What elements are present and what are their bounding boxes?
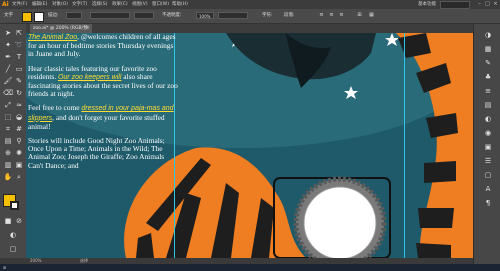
menu-file[interactable]: 文件(F) [12, 0, 27, 9]
transform-icon[interactable]: ⊞ [356, 12, 363, 19]
drawing-mode-icon[interactable]: ◐ [8, 230, 18, 240]
shape-builder-icon[interactable]: ◒ [14, 112, 24, 122]
eyedropper-tool-icon[interactable]: ⚲ [14, 136, 24, 146]
panels-dock: ◑ ▦ ✎ ♣ ≡ ▤ ◐ ◉ ▣ ☰ ▢ A ¶ [473, 24, 500, 264]
control-bar: 文字 描边: 不透明度: 100% 字符: 段落: ≡ ≡ ≡ ⊞ ▦ [0, 9, 500, 24]
paragraph-1: The Animal Zoo, @welcomes children of al… [28, 33, 178, 59]
paragraph-label[interactable]: 段落: [284, 12, 295, 20]
align-center-icon[interactable]: ≡ [328, 12, 335, 19]
menu-edit[interactable]: 编辑(E) [32, 0, 47, 9]
symbol-sprayer-icon[interactable]: ✺ [14, 148, 24, 158]
screen-mode-icon[interactable]: ▢ [8, 244, 18, 254]
align-left-icon[interactable]: ≡ [318, 12, 325, 19]
tiger-stripe [416, 243, 451, 258]
link-animal-zoo[interactable]: The Animal Zoo [28, 34, 77, 41]
mesh-tool-icon[interactable]: # [14, 124, 24, 134]
align-right-icon[interactable]: ≡ [338, 12, 345, 19]
line-tool-icon[interactable]: ╱ [3, 64, 13, 74]
warp-tool-icon[interactable]: ≈ [14, 100, 24, 110]
swatches-panel-icon[interactable]: ▦ [483, 44, 493, 54]
character-panel-icon[interactable]: A [483, 184, 493, 194]
stroke-weight-field[interactable] [66, 12, 82, 19]
opacity-label: 不透明度: [162, 13, 182, 18]
stroke-swatch[interactable] [34, 12, 44, 22]
opacity-field[interactable]: 100% [196, 12, 214, 19]
menu-type[interactable]: 文字(T) [72, 0, 87, 9]
story-text-frame[interactable]: The Animal Zoo, @welcomes children of al… [28, 33, 178, 176]
style-dropdown[interactable] [134, 12, 154, 19]
search-input[interactable] [440, 1, 470, 9]
stroke-panel-icon[interactable]: ≡ [483, 86, 493, 96]
perspective-grid-icon[interactable]: ⌗ [3, 124, 13, 134]
guide-line [404, 33, 405, 258]
transparency-panel-icon[interactable]: ◐ [483, 114, 493, 124]
eraser-tool-icon[interactable]: ⌫ [3, 88, 13, 98]
os-taskbar: ⊞ [0, 264, 500, 271]
arrange-icon[interactable]: ▦ [368, 12, 375, 19]
tab-close-icon[interactable]: × [86, 24, 90, 33]
gradient-panel-icon[interactable]: ▤ [483, 100, 493, 110]
paintbrush-tool-icon[interactable]: 🖌 [3, 76, 13, 86]
artboards-panel-icon[interactable]: ▢ [483, 170, 493, 180]
link-zoo-keepers[interactable]: Our zoo keepers will [58, 74, 121, 81]
hand-tool-icon[interactable]: ✋ [3, 172, 13, 182]
type-tool-icon[interactable]: T [14, 52, 24, 62]
stroke-color-icon[interactable] [10, 201, 19, 210]
tiger-stripe [418, 208, 454, 228]
menu-effect[interactable]: 效果(C) [112, 0, 128, 9]
tools-panel: ➤ ⇱ ✦ ➰ ✒ T ╱ ▭ 🖌 ✎ ⌫ ↻ ⤢ ≈ ⬚ ◒ ⌗ # ▤ ⚲ … [0, 24, 27, 264]
stroke-label: 描边: [48, 13, 59, 18]
selection-tool-icon[interactable]: ➤ [3, 28, 13, 38]
menu-select[interactable]: 选择(S) [92, 0, 107, 9]
start-icon[interactable]: ⊞ [3, 264, 6, 271]
app-logo: Ai [2, 1, 9, 8]
moon-circle [303, 186, 377, 258]
document-tab-bar: zoo.ai* @ 200% (RGB/预览) × [26, 24, 473, 40]
color-panel-icon[interactable]: ◑ [483, 30, 493, 40]
paragraph-3: Feel free to come dressed in your paja-m… [28, 104, 178, 131]
paragraph-4: Stories will include Good Night Zoo Anim… [28, 136, 165, 170]
close-icon[interactable]: × [492, 1, 499, 7]
free-transform-icon[interactable]: ⬚ [3, 112, 13, 122]
tiger-stripe [424, 161, 456, 183]
lasso-tool-icon[interactable]: ➰ [14, 40, 24, 50]
brush-dropdown[interactable] [90, 12, 130, 19]
menu-view[interactable]: 视图(V) [132, 0, 148, 9]
direct-selection-tool-icon[interactable]: ⇱ [14, 28, 24, 38]
mode-label: 文字 [4, 13, 13, 18]
rectangle-tool-icon[interactable]: ▭ [14, 64, 24, 74]
paragraph-2: Hear classic tales featuring our favorit… [28, 64, 178, 99]
workspace-switcher[interactable]: 基本功能 [418, 0, 436, 9]
document-tab[interactable]: zoo.ai* @ 200% (RGB/预览) × [30, 24, 92, 40]
maximize-icon[interactable]: □ [484, 1, 491, 7]
color-mode-icon[interactable]: ■ [3, 216, 13, 226]
scale-tool-icon[interactable]: ⤢ [3, 100, 13, 110]
gradient-tool-icon[interactable]: ▤ [3, 136, 13, 146]
zoom-tool-icon[interactable]: ⌕ [14, 172, 24, 182]
character-label[interactable]: 字符: [262, 12, 273, 20]
artboard-tool-icon[interactable]: ▣ [14, 160, 24, 170]
paragraph-3-text-start: Feel free to come [28, 103, 82, 113]
style-picker[interactable] [218, 12, 248, 19]
layers-panel-icon[interactable]: ☰ [483, 156, 493, 166]
graphic-styles-panel-icon[interactable]: ▣ [483, 142, 493, 152]
blend-tool-icon[interactable]: ⊕ [3, 148, 13, 158]
rotate-tool-icon[interactable]: ↻ [14, 88, 24, 98]
artboard-canvas[interactable]: The Animal Zoo, @welcomes children of al… [26, 33, 473, 258]
paragraph-panel-icon[interactable]: ¶ [483, 198, 493, 208]
brushes-panel-icon[interactable]: ✎ [483, 58, 493, 68]
menu-window[interactable]: 窗口(W) [152, 0, 169, 9]
symbols-panel-icon[interactable]: ♣ [483, 72, 493, 82]
minimize-icon[interactable]: – [476, 1, 483, 7]
menu-help[interactable]: 帮助(H) [172, 0, 188, 9]
pen-tool-icon[interactable]: ✒ [3, 52, 13, 62]
fill-swatch[interactable] [22, 12, 32, 22]
magic-wand-icon[interactable]: ✦ [3, 40, 13, 50]
menu-object[interactable]: 对象(O) [52, 0, 68, 9]
graph-tool-icon[interactable]: ▥ [3, 160, 13, 170]
none-color-icon[interactable]: ⊘ [14, 216, 24, 226]
menu-bar: Ai 文件(F) 编辑(E) 对象(O) 文字(T) 选择(S) 效果(C) 视… [0, 0, 500, 9]
appearance-panel-icon[interactable]: ◉ [483, 128, 493, 138]
pencil-tool-icon[interactable]: ✎ [14, 76, 24, 86]
